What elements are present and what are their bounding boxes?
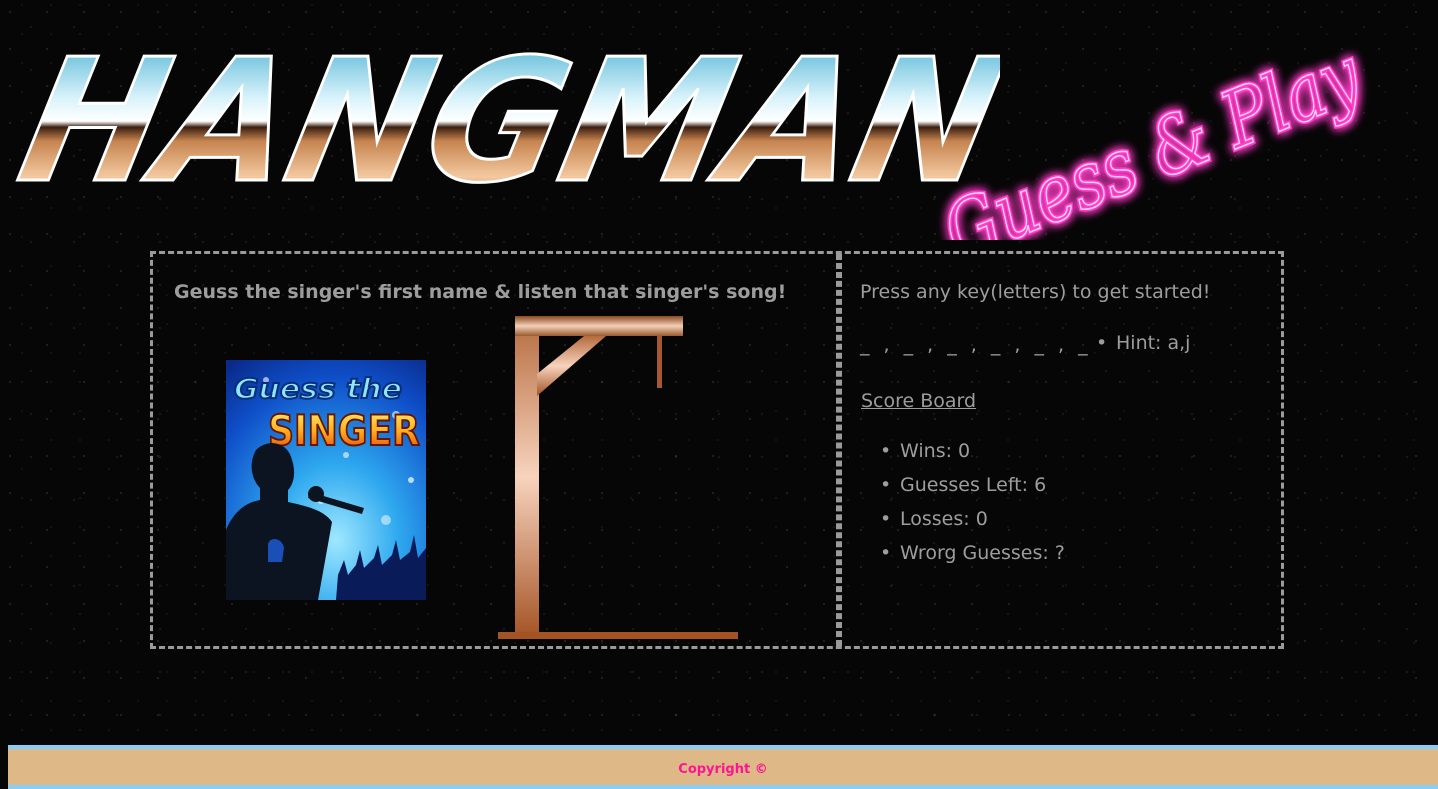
gallows-rope <box>657 336 662 388</box>
word-blanks: _ , _ , _ , _ , _ , _ <box>860 334 1092 356</box>
guesses-left-stat: Guesses Left: 6 <box>880 474 1065 508</box>
losses-stat: Losses: 0 <box>880 508 1065 542</box>
gallows-base <box>498 632 738 639</box>
image-title-line2: SINGER <box>268 406 420 455</box>
guess-and-play-highlight: Guess & Play <box>932 30 1374 240</box>
hangman-gallows <box>498 316 738 639</box>
guess-and-play-logo: Guess & Play Guess & Play <box>929 28 1376 240</box>
wins-stat: Wins: 0 <box>880 440 1065 474</box>
gallows-beam <box>515 316 683 336</box>
image-title-line1: Guess the <box>234 372 402 405</box>
scoreboard-title: Score Board <box>861 390 977 412</box>
gallows-brace <box>537 336 606 396</box>
game-panel: Geuss the singer's first name & listen t… <box>150 251 1284 649</box>
game-instruction: Geuss the singer's first name & listen t… <box>174 281 787 303</box>
hangman-logo: HANGMAN <box>4 20 1000 195</box>
guess-the-singer-image: Guess the SINGER <box>226 360 426 600</box>
gallows-pole <box>515 316 539 638</box>
start-message: Press any key(letters) to get started! <box>860 281 1211 303</box>
wrong-guesses-stat: Wrorg Guesses: ? <box>880 542 1065 576</box>
hangman-title: HANGMAN <box>5 22 1000 195</box>
footer: Copyright © <box>8 745 1438 789</box>
scoreboard-list: Wins: 0 Guesses Left: 6 Losses: 0 Wrorg … <box>880 440 1065 576</box>
copyright-text: Copyright © <box>678 762 768 777</box>
hint-item: Hint: a,j <box>1096 332 1190 354</box>
panel-divider <box>836 254 842 646</box>
hint-list: Hint: a,j <box>1096 332 1190 354</box>
